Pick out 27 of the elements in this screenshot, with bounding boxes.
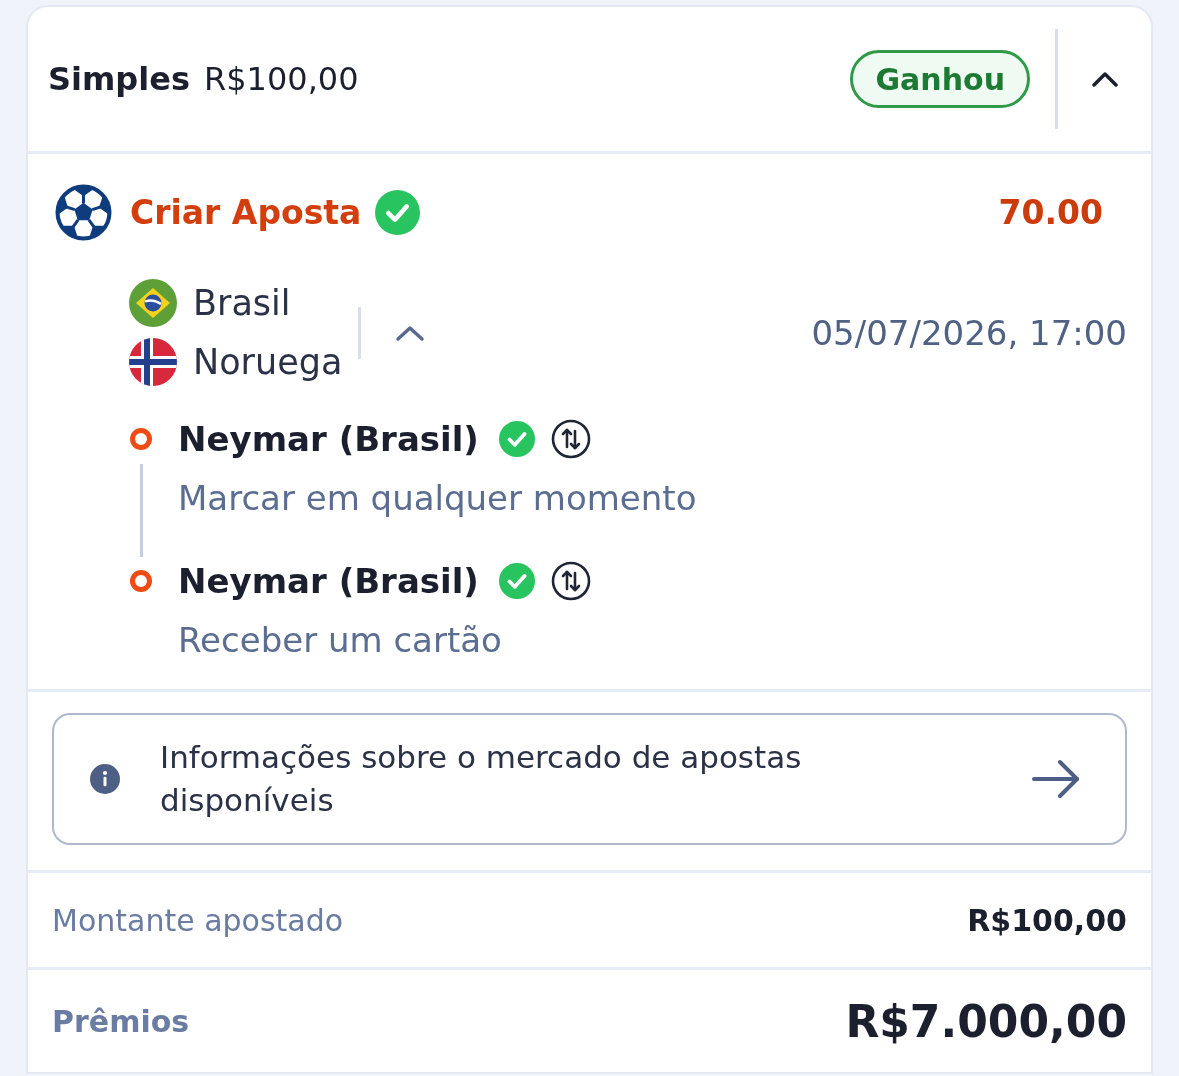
info-icon xyxy=(90,764,120,794)
summary-value: R$100,00 xyxy=(967,902,1127,938)
team-name: Noruega xyxy=(193,342,343,382)
swap-arrows-icon[interactable] xyxy=(550,419,591,459)
chevron-up-icon xyxy=(395,323,426,342)
market-info-link[interactable]: Informações sobre o mercado de apostas disponíveis xyxy=(52,713,1127,845)
ring-marker-icon xyxy=(129,569,153,593)
status-badge: Ganhou xyxy=(850,50,1030,108)
brazil-flag-icon xyxy=(129,279,177,327)
team-name: Brasil xyxy=(193,283,291,323)
summary-label: Prêmios xyxy=(52,1003,190,1039)
bet-type-label: Simples xyxy=(48,60,190,98)
summary-value: R$7.000,00 xyxy=(845,995,1127,1047)
swap-arrows-icon[interactable] xyxy=(550,561,591,601)
market-name: Receber um cartão xyxy=(178,619,503,662)
event-datetime: 05/07/2026, 17:00 xyxy=(811,312,1127,353)
player-name: Neymar (Brasil) xyxy=(178,561,479,601)
player-name: Neymar (Brasil) xyxy=(178,419,479,459)
ring-marker-icon xyxy=(129,427,153,451)
soccer-ball-icon xyxy=(55,184,112,241)
market-name: Marcar em qualquer momento xyxy=(178,477,697,520)
bet-stake-amount: R$100,00 xyxy=(204,60,359,98)
selection-title: Criar Aposta xyxy=(130,193,362,232)
odds-value: 70.00 xyxy=(998,193,1103,232)
summary-label: Montante apostado xyxy=(52,902,344,938)
norway-flag-icon xyxy=(129,338,177,386)
chevron-up-icon xyxy=(1091,71,1118,87)
